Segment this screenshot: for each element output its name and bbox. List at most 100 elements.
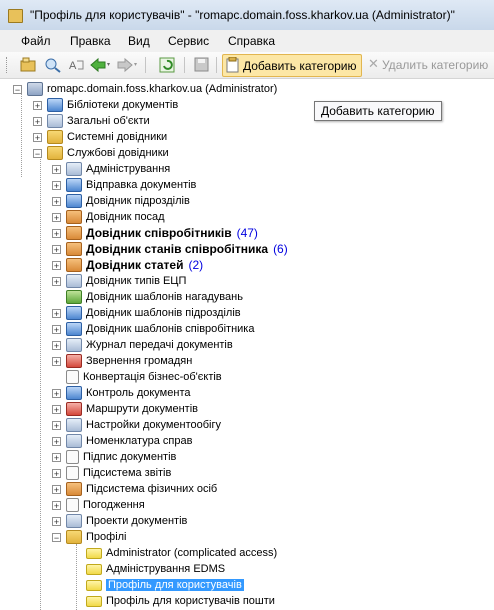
tree-item[interactable]: + Звернення громадян <box>52 353 192 369</box>
expand-icon[interactable]: + <box>52 500 61 510</box>
tree-item[interactable]: + Підпис документів <box>52 449 176 465</box>
tree-item[interactable]: Конвертація бізнес-об'єктів <box>66 369 222 385</box>
tree-item[interactable]: + Номенклатура справ <box>52 433 192 449</box>
tree-item[interactable]: + Довідник співробітників (47) <box>52 225 258 241</box>
tree-item[interactable]: + Довідник підрозділів <box>52 193 190 209</box>
tree-item[interactable]: Профіль для користувачів пошти <box>86 593 275 609</box>
expand-icon[interactable]: + <box>52 212 61 222</box>
title-bar: "Профіль для користувачів" - "romapc.dom… <box>0 0 494 30</box>
tree-item[interactable]: Administrator (complicated access) <box>86 545 277 561</box>
svg-text:A: A <box>69 60 77 72</box>
signature-types-icon <box>66 274 82 288</box>
tree-item[interactable]: + Системні довідники <box>33 129 167 145</box>
tree-item[interactable]: + Журнал передачі документів <box>52 337 233 353</box>
tree-item-selected[interactable]: Профіль для користувачів <box>86 577 244 593</box>
menu-file[interactable]: Файл <box>21 34 51 48</box>
menu-bar: Файл Правка Вид Сервис Справка <box>0 30 494 53</box>
expand-icon[interactable]: + <box>52 164 61 174</box>
expand-icon[interactable]: + <box>52 324 61 334</box>
tree-item[interactable]: + Підсистема фізичних осіб <box>52 481 217 497</box>
tree-item[interactable]: Адміністрування EDMS <box>86 561 225 577</box>
employee-templates-icon <box>66 322 82 336</box>
menu-edit[interactable]: Правка <box>70 34 111 48</box>
tree-item[interactable]: + Довідник станів співробітника (6) <box>52 241 288 257</box>
expand-icon[interactable]: + <box>52 420 61 430</box>
send-icon <box>66 178 82 192</box>
expand-icon[interactable]: + <box>52 516 61 526</box>
expand-icon[interactable]: + <box>52 468 61 478</box>
menu-service[interactable]: Сервис <box>168 34 209 48</box>
expand-icon[interactable]: + <box>33 132 42 142</box>
delete-category-button[interactable]: ✕ Удалить категорию <box>365 56 494 74</box>
forward-arrow-icon[interactable] <box>117 56 139 74</box>
replace-icon[interactable]: A <box>68 56 86 74</box>
expand-icon[interactable]: + <box>52 388 61 398</box>
tree-item[interactable]: + Маршрути документів <box>52 401 198 417</box>
menu-view[interactable]: Вид <box>128 34 150 48</box>
expand-icon[interactable]: + <box>52 404 61 414</box>
toolbar-separator <box>145 57 146 73</box>
tree-item[interactable]: + Настройки документообігу <box>52 417 221 433</box>
tree-item[interactable]: − Службові довідники <box>33 145 169 161</box>
expand-icon[interactable]: + <box>52 436 61 446</box>
expand-icon[interactable]: + <box>52 180 61 190</box>
expand-icon[interactable]: + <box>52 356 61 366</box>
delete-category-label: Удалить категорию <box>382 58 489 72</box>
tree-item[interactable]: + Довідник статей (2) <box>52 257 203 273</box>
window-title: "Профіль для користувачів" - "romapc.dom… <box>30 8 455 22</box>
toolbar-grip[interactable] <box>6 57 9 73</box>
admin-icon <box>66 162 82 176</box>
routes-icon <box>66 402 82 416</box>
expand-icon[interactable]: + <box>52 484 61 494</box>
positions-icon <box>66 210 82 224</box>
drafts-icon <box>66 514 82 528</box>
open-icon[interactable] <box>20 56 38 74</box>
approval-icon <box>66 498 79 512</box>
tree-item[interactable]: − Профілі <box>52 529 127 545</box>
control-icon <box>66 386 82 400</box>
tree-item[interactable]: + Довідник шаблонів співробітника <box>52 321 254 337</box>
tree-view: − romapc.domain.foss.kharkov.ua (Adminis… <box>0 78 494 610</box>
add-category-button[interactable]: Добавить категорию <box>222 54 362 77</box>
collapse-icon[interactable]: − <box>52 532 61 542</box>
employee-states-icon <box>66 242 82 256</box>
toolbar: A Добавить категорию ✕ Удалить категорию <box>0 52 494 79</box>
menu-help[interactable]: Справка <box>228 34 275 48</box>
tree-root[interactable]: − romapc.domain.foss.kharkov.ua (Adminis… <box>13 81 277 97</box>
save-icon[interactable] <box>194 56 210 74</box>
expand-icon[interactable]: + <box>52 276 61 286</box>
refresh-icon[interactable] <box>159 56 177 74</box>
reports-icon <box>66 466 79 480</box>
department-templates-icon <box>66 306 82 320</box>
expand-icon[interactable]: + <box>52 244 61 254</box>
tree-item[interactable]: + Довідник посад <box>52 209 165 225</box>
tree-item[interactable]: + Бібліотеки документів <box>33 97 178 113</box>
tree-item[interactable]: + Адміністрування <box>52 161 170 177</box>
tree-item[interactable]: + Відправка документів <box>52 177 196 193</box>
expand-icon[interactable]: + <box>52 308 61 318</box>
citizens-appeals-icon <box>66 354 82 368</box>
tree-item[interactable]: + Довідник шаблонів підрозділів <box>52 305 241 321</box>
tree-item[interactable]: + Проекти документів <box>52 513 187 529</box>
find-icon[interactable] <box>44 56 62 74</box>
expand-icon[interactable]: + <box>52 340 61 350</box>
tree-item[interactable]: + Загальні об'єкти <box>33 113 150 129</box>
individuals-icon <box>66 482 82 496</box>
profile-icon <box>86 563 102 575</box>
expand-icon[interactable]: + <box>33 116 42 126</box>
toolbar-separator <box>216 57 217 73</box>
reminder-templates-icon <box>66 290 82 304</box>
collapse-icon[interactable]: − <box>33 148 42 158</box>
expand-icon[interactable]: + <box>52 452 61 462</box>
expand-icon[interactable]: + <box>33 100 42 110</box>
tree-item[interactable]: + Підсистема звітів <box>52 465 171 481</box>
tree-item[interactable]: + Довідник типів ЕЦП <box>52 273 186 289</box>
tree-item[interactable]: Довідник шаблонів нагадувань <box>66 289 243 305</box>
expand-icon[interactable]: + <box>52 260 61 270</box>
back-arrow-icon[interactable] <box>90 56 112 74</box>
tree-item[interactable]: + Контроль документа <box>52 385 190 401</box>
tree-item[interactable]: + Погодження <box>52 497 145 513</box>
collapse-icon[interactable]: − <box>13 84 22 94</box>
expand-icon[interactable]: + <box>52 196 61 206</box>
expand-icon[interactable]: + <box>52 228 61 238</box>
